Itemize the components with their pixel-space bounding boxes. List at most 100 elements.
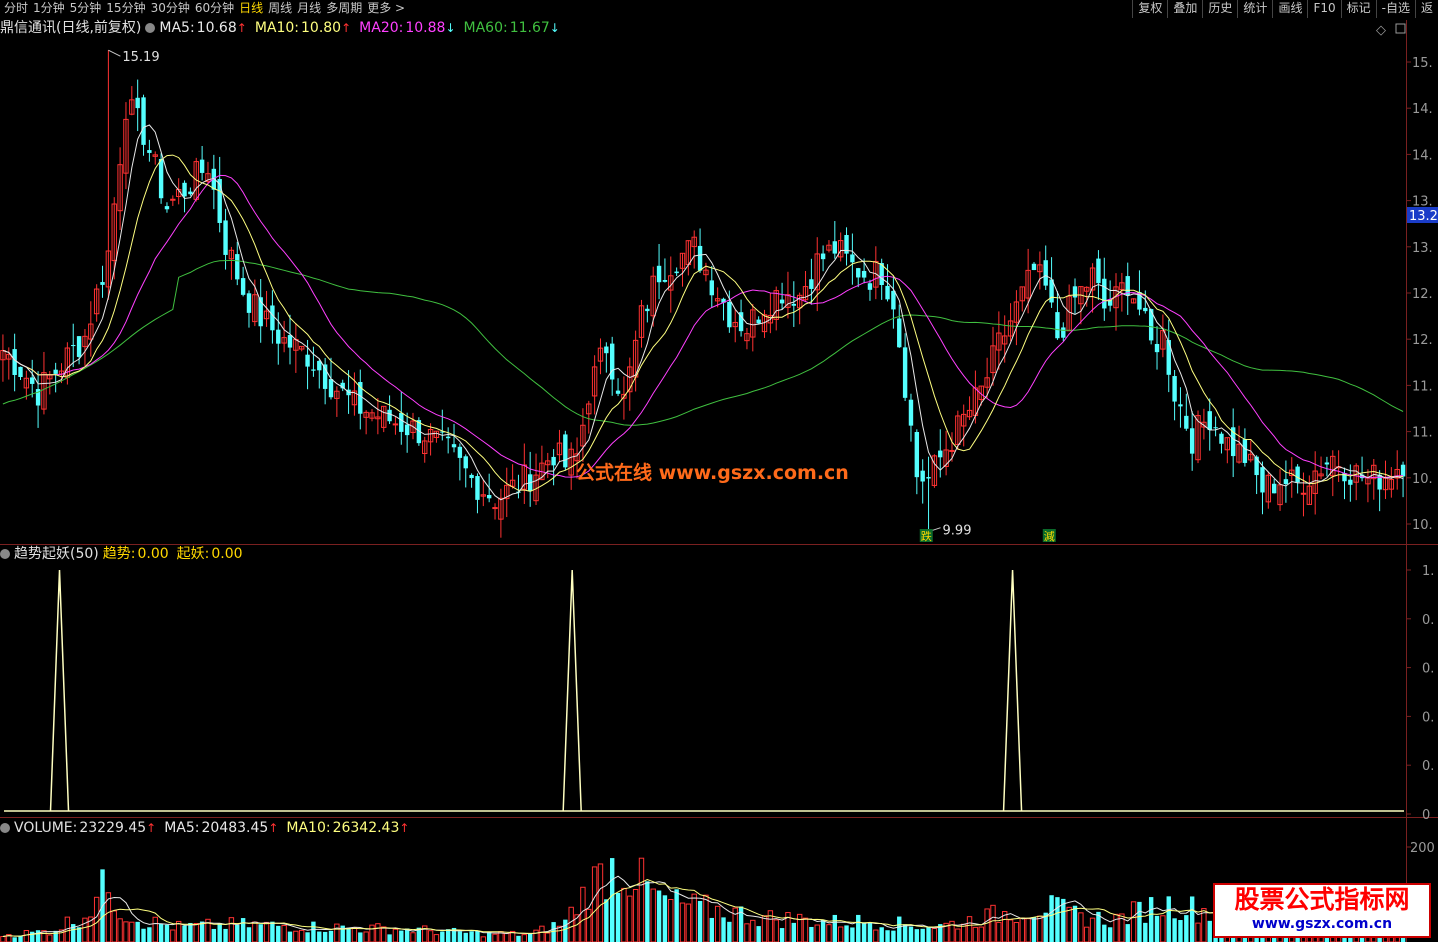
volume-bar (1107, 927, 1113, 942)
volume-bar (791, 922, 797, 942)
volume-bar (346, 927, 351, 942)
candle-body (141, 97, 146, 145)
candle-body (674, 271, 679, 274)
volume-bar (12, 937, 17, 942)
volume-bar (1130, 901, 1137, 942)
candle-body (270, 305, 275, 331)
diamond-icon: ◇ (1376, 23, 1386, 38)
volume-bar (263, 921, 270, 942)
y-tick-label: 0. (1422, 710, 1434, 725)
candle-body (926, 477, 931, 479)
volume-bar (591, 866, 598, 942)
candle-body (1043, 260, 1048, 286)
candle-body (1055, 312, 1060, 339)
volume-bar (480, 936, 487, 942)
volume-bar (328, 930, 334, 942)
volume-bar (1084, 926, 1090, 942)
volume-bar (1154, 915, 1160, 942)
candle-body (1172, 376, 1177, 402)
volume-bar (744, 923, 750, 942)
volume-bar (240, 918, 246, 942)
volume-bar (164, 924, 170, 942)
volume-bar (182, 925, 187, 942)
volume-bar (1137, 901, 1142, 942)
volume-bar (170, 929, 176, 942)
volume-bar (761, 915, 768, 942)
volume-bar (978, 926, 984, 942)
marker-label: 跌 (921, 529, 932, 543)
candle-body (861, 270, 867, 278)
volume-bar (1189, 896, 1195, 942)
y-tick-label: 10. (1412, 518, 1433, 533)
volume-bar (931, 928, 938, 942)
volume-bar (527, 933, 533, 942)
volume-bar (123, 921, 129, 942)
volume-bar (656, 890, 662, 942)
candle-body (1213, 427, 1218, 429)
volume-bar (1184, 915, 1189, 942)
candle-body (240, 278, 246, 295)
candle-body (276, 329, 281, 344)
volume-bar (399, 930, 404, 942)
y-tick-label: 10. (1412, 472, 1433, 487)
candle-body (615, 390, 621, 394)
candle-body (475, 476, 480, 500)
candle-body (76, 336, 82, 357)
candle-body (727, 301, 732, 328)
volume-bar (837, 926, 844, 942)
candle-body (604, 346, 609, 354)
y-tick-label: 0. (1422, 759, 1434, 774)
candle-body (1154, 343, 1160, 353)
y-tick-label: 15. (1412, 56, 1433, 71)
volume-bar (392, 928, 399, 942)
volume-bar (1172, 918, 1177, 942)
y-tick-label: 0. (1422, 662, 1434, 677)
volume-bar (1049, 895, 1054, 942)
volume-bar (563, 919, 568, 942)
y-tick-label: 12. (1412, 287, 1433, 302)
volume-bar (0, 936, 6, 942)
volume-bar (175, 920, 182, 942)
high-annotation: 15.19 (122, 50, 159, 65)
candle-body (1300, 492, 1307, 495)
volume-bar (35, 930, 41, 942)
volume-bar (727, 921, 732, 942)
candle-body (387, 409, 392, 422)
volume-bar (773, 919, 779, 942)
candle-body (756, 319, 761, 324)
volume-bar (960, 923, 967, 942)
volume-bar (879, 927, 884, 942)
volume-bar (375, 923, 381, 942)
volume-bar (152, 916, 158, 942)
candle-body (164, 206, 170, 210)
volume-bar (147, 927, 152, 942)
candle-body (902, 347, 908, 398)
candle-body (1102, 278, 1107, 309)
volume-bar (697, 900, 703, 942)
candle-body (551, 456, 556, 466)
indicator-spike (49, 569, 70, 812)
candle-body (392, 423, 399, 426)
volume-bar (287, 931, 293, 942)
volume-bar (129, 921, 135, 942)
volume-bar (276, 925, 281, 942)
volume-bar (891, 930, 896, 942)
volume-bar (334, 923, 340, 942)
indicator-spike (562, 569, 582, 812)
volume-bar (721, 917, 726, 942)
volume-bar (902, 924, 908, 942)
volume-bar (18, 935, 23, 942)
volume-bar (908, 926, 914, 942)
candle-body (709, 280, 714, 296)
candle-body (311, 369, 316, 371)
volume-bar (1207, 920, 1212, 942)
candle-body (791, 303, 797, 306)
volume-bar (809, 926, 814, 942)
candle-body (1061, 327, 1066, 338)
volume-bar (1113, 913, 1119, 942)
candle-body (30, 377, 35, 384)
volume-bar (580, 886, 586, 942)
candle-body (182, 182, 187, 197)
volume-bar (427, 930, 434, 942)
y-tick-label: 11. (1412, 379, 1433, 394)
